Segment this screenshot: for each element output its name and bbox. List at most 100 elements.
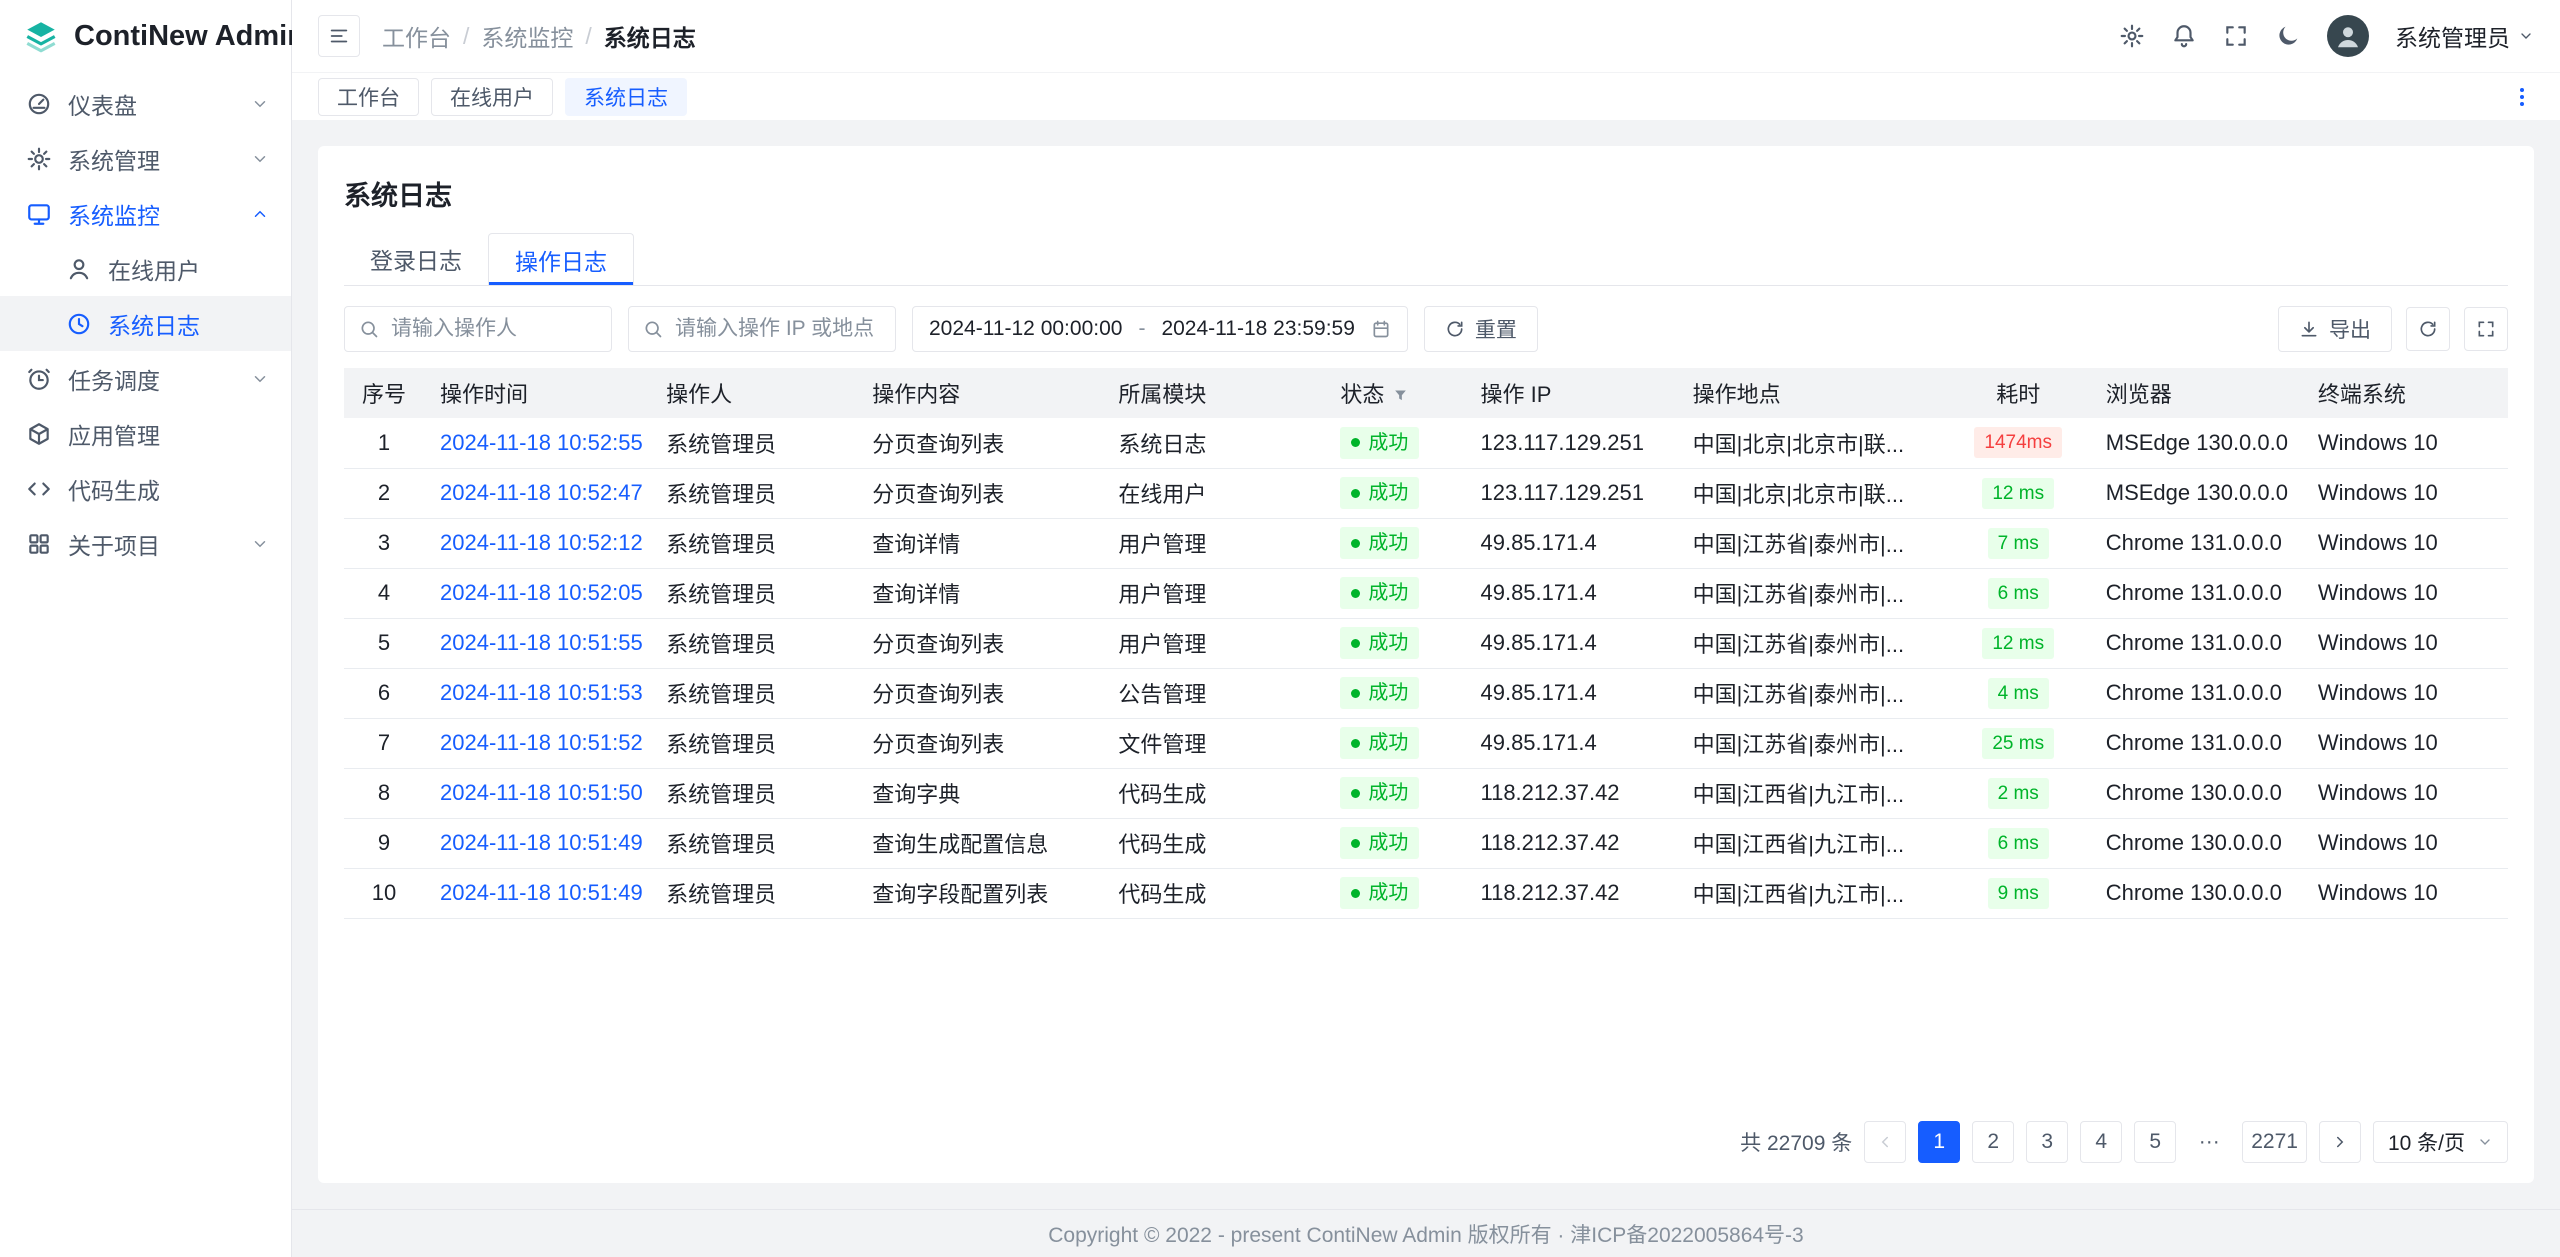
reset-icon — [1445, 319, 1465, 339]
log-time-link[interactable]: 2024-11-18 10:52:12 — [440, 530, 643, 555]
cell-time: 2024-11-18 10:51:49 — [424, 868, 650, 918]
cell-operator: 系统管理员 — [650, 768, 856, 818]
tab-system-log[interactable]: 系统日志 — [565, 78, 687, 116]
user-avatar[interactable] — [2327, 15, 2369, 57]
sidebar-item-system-log[interactable]: 系统日志 — [0, 296, 291, 351]
log-time-link[interactable]: 2024-11-18 10:52:47 — [440, 480, 643, 505]
table-row: 92024-11-18 10:51:49系统管理员查询生成配置信息代码生成成功1… — [344, 818, 2508, 868]
cell-ip: 123.117.129.251 — [1464, 468, 1676, 518]
filter-funnel-icon[interactable] — [1392, 387, 1409, 404]
ip-search-input[interactable] — [673, 316, 881, 342]
cell-os: Windows 10 — [2302, 768, 2508, 818]
status-dot-icon — [1351, 789, 1360, 798]
user-menu[interactable]: 系统管理员 — [2395, 19, 2534, 53]
page-number-button[interactable]: 2 — [1972, 1121, 2014, 1163]
sidebar-item-online-users[interactable]: 在线用户 — [0, 241, 291, 296]
status-badge: 成功 — [1340, 527, 1419, 559]
sidebar-item-dashboard[interactable]: 仪表盘 — [0, 76, 291, 131]
cell-duration: 25 ms — [1947, 718, 2090, 768]
cell-module: 代码生成 — [1102, 768, 1324, 818]
dark-mode-moon-icon[interactable] — [2275, 23, 2301, 49]
cell-time: 2024-11-18 10:51:49 — [424, 818, 650, 868]
sidebar-item-system-monitor[interactable]: 系统监控 — [0, 186, 291, 241]
cell-content: 分页查询列表 — [856, 718, 1102, 768]
page-number-button[interactable]: 1 — [1918, 1121, 1960, 1163]
sidebar-item-code-generation[interactable]: 代码生成 — [0, 461, 291, 516]
tab-online-users[interactable]: 在线用户 — [431, 78, 553, 116]
cell-os: Windows 10 — [2302, 568, 2508, 618]
cell-content: 分页查询列表 — [856, 468, 1102, 518]
cell-operator: 系统管理员 — [650, 818, 856, 868]
cell-operator: 系统管理员 — [650, 668, 856, 718]
log-time-link[interactable]: 2024-11-18 10:51:52 — [440, 730, 643, 755]
cell-operator: 系统管理员 — [650, 868, 856, 918]
page-number-button[interactable]: 2271 — [2242, 1121, 2307, 1163]
sidebar-collapse-button[interactable] — [318, 15, 360, 57]
col-header-module: 所属模块 — [1102, 368, 1324, 418]
grid-icon — [26, 531, 52, 557]
fullscreen-icon[interactable] — [2223, 23, 2249, 49]
page-number-button[interactable]: 4 — [2080, 1121, 2122, 1163]
log-time-link[interactable]: 2024-11-18 10:51:50 — [440, 780, 643, 805]
log-time-link[interactable]: 2024-11-18 10:52:05 — [440, 580, 643, 605]
copyright-footer: Copyright © 2022 - present ContiNew Admi… — [292, 1209, 2560, 1257]
tab-login-log[interactable]: 登录日志 — [344, 233, 488, 285]
reset-button[interactable]: 重置 — [1424, 306, 1538, 352]
col-header-status: 状态 — [1324, 368, 1464, 418]
next-page-button[interactable] — [2319, 1121, 2361, 1163]
cell-os: Windows 10 — [2302, 668, 2508, 718]
breadcrumb-item[interactable]: 工作台 — [382, 19, 451, 53]
log-time-link[interactable]: 2024-11-18 10:51:55 — [440, 630, 643, 655]
table-row: 102024-11-18 10:51:49系统管理员查询字段配置列表代码生成成功… — [344, 868, 2508, 918]
filter-toolbar: 2024-11-12 00:00:00 - 2024-11-18 23:59:5… — [344, 306, 2508, 352]
table-fullscreen-button[interactable] — [2464, 307, 2508, 351]
status-dot-icon — [1351, 839, 1360, 848]
tabs-more-icon[interactable] — [2510, 85, 2534, 109]
col-header-os: 终端系统 — [2302, 368, 2508, 418]
tab-workbench[interactable]: 工作台 — [318, 78, 419, 116]
cell-status: 成功 — [1324, 518, 1464, 568]
operation-log-table: 序号 操作时间 操作人 操作内容 所属模块 状态 操作 IP 操作地点 耗时 浏… — [344, 368, 2508, 919]
refresh-table-button[interactable] — [2406, 307, 2450, 351]
tab-operation-log[interactable]: 操作日志 — [488, 233, 634, 285]
operator-search-input[interactable] — [389, 316, 597, 342]
log-time-link[interactable]: 2024-11-18 10:52:55 — [440, 430, 643, 455]
table-row: 82024-11-18 10:51:50系统管理员查询字典代码生成成功118.2… — [344, 768, 2508, 818]
log-time-link[interactable]: 2024-11-18 10:51:49 — [440, 830, 643, 855]
page-ellipsis-button[interactable]: ··· — [2188, 1121, 2230, 1163]
chevron-up-icon — [251, 205, 269, 223]
cell-browser: Chrome 131.0.0.0 — [2090, 518, 2302, 568]
cell-duration: 2 ms — [1947, 768, 2090, 818]
breadcrumb-separator: / — [463, 23, 469, 50]
cell-status: 成功 — [1324, 568, 1464, 618]
sidebar-item-system-management[interactable]: 系统管理 — [0, 131, 291, 186]
menu-collapse-icon — [328, 25, 350, 47]
prev-page-button[interactable] — [1864, 1121, 1906, 1163]
log-time-link[interactable]: 2024-11-18 10:51:49 — [440, 880, 643, 905]
settings-icon[interactable] — [2119, 23, 2145, 49]
log-time-link[interactable]: 2024-11-18 10:51:53 — [440, 680, 643, 705]
cell-duration: 12 ms — [1947, 618, 2090, 668]
page-tabs-bar: 工作台 在线用户 系统日志 — [292, 72, 2560, 120]
cell-module: 用户管理 — [1102, 518, 1324, 568]
sidebar-item-task-schedule[interactable]: 任务调度 — [0, 351, 291, 406]
page-number-button[interactable]: 5 — [2134, 1121, 2176, 1163]
cell-duration: 9 ms — [1947, 868, 2090, 918]
reset-button-label: 重置 — [1475, 314, 1517, 344]
cell-location: 中国|北京|北京市|联... — [1677, 418, 1947, 468]
chevron-down-icon — [2477, 1134, 2493, 1150]
sidebar-item-app-management[interactable]: 应用管理 — [0, 406, 291, 461]
date-range-picker[interactable]: 2024-11-12 00:00:00 - 2024-11-18 23:59:5… — [912, 306, 1408, 352]
notification-bell-icon[interactable] — [2171, 23, 2197, 49]
cell-seq: 5 — [344, 618, 424, 668]
cell-os: Windows 10 — [2302, 468, 2508, 518]
export-button[interactable]: 导出 — [2278, 306, 2392, 352]
col-header-seq: 序号 — [344, 368, 424, 418]
breadcrumb-item[interactable]: 系统监控 — [481, 19, 573, 53]
sidebar-item-about-project[interactable]: 关于项目 — [0, 516, 291, 571]
download-icon — [2299, 319, 2319, 339]
page-number-button[interactable]: 3 — [2026, 1121, 2068, 1163]
app-logo[interactable]: ContiNew Admin — [0, 0, 291, 72]
page-size-select[interactable]: 10 条/页 — [2373, 1121, 2508, 1163]
status-badge: 成功 — [1340, 877, 1419, 909]
